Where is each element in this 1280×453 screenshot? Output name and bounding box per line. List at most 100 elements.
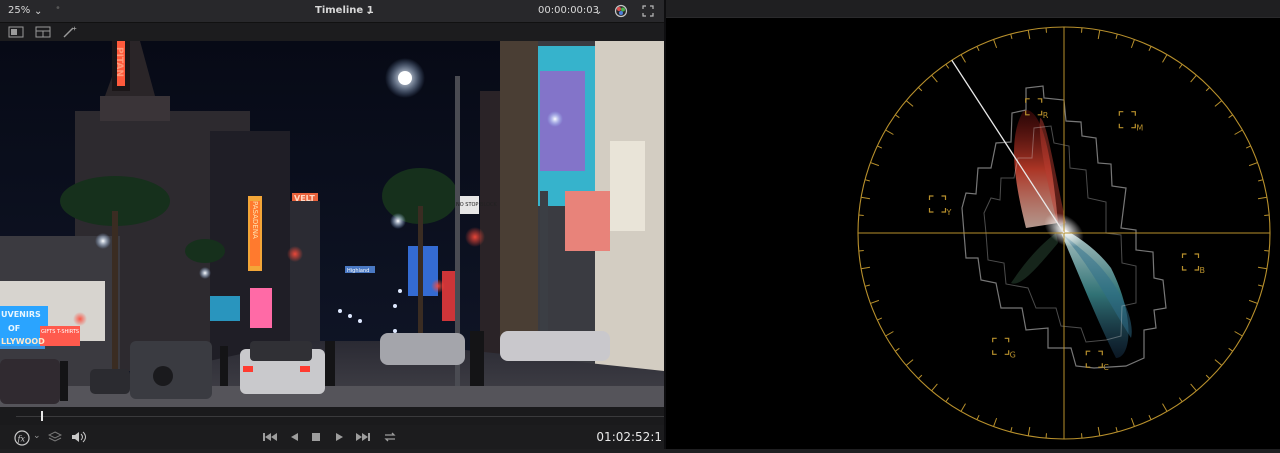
scope-tick xyxy=(1206,87,1210,91)
play-reverse-icon[interactable] xyxy=(288,430,304,444)
sign-pasadena-text: PASADENA xyxy=(251,201,259,239)
scope-tick xyxy=(918,375,922,379)
fx-dropdown-chevron-icon[interactable]: ⌄ xyxy=(33,431,41,441)
record-timecode[interactable]: 01:02:52:1 xyxy=(596,430,662,444)
scope-tick xyxy=(865,180,870,181)
scope-tick xyxy=(1229,115,1233,118)
scope-tick xyxy=(1206,375,1210,379)
scope-tick xyxy=(1131,418,1134,426)
scrubber-track[interactable] xyxy=(16,416,664,417)
target-m: M xyxy=(1119,112,1143,133)
scope-tick xyxy=(1235,130,1243,135)
scope-tick xyxy=(1191,384,1197,391)
scope-tick xyxy=(977,415,979,420)
scope-tick xyxy=(1028,30,1030,39)
target-label: B xyxy=(1200,266,1206,275)
scope-tick xyxy=(1116,34,1117,39)
sign-souvenirs-text: UVENIRS xyxy=(1,310,41,319)
scope-tick xyxy=(870,163,878,166)
target-label: R xyxy=(1043,111,1049,120)
scope-tick xyxy=(1011,427,1012,432)
scope-tick xyxy=(918,87,922,91)
split-screen-icon[interactable] xyxy=(35,26,51,38)
sign-no-stop-text: NO STOP BLOCK xyxy=(456,202,497,208)
fx-icon[interactable]: fx xyxy=(14,430,34,446)
scope-tick xyxy=(1179,64,1182,68)
scope-tick xyxy=(861,197,870,199)
scope-tick xyxy=(1258,267,1267,269)
svg-text:fx: fx xyxy=(17,435,26,444)
color-wheel-icon[interactable] xyxy=(614,4,628,18)
vectorscope-panel: R M Y B G C xyxy=(666,18,1280,449)
target-box xyxy=(1183,254,1199,270)
target-box xyxy=(993,338,1009,354)
playhead[interactable] xyxy=(41,411,43,421)
scope-tick xyxy=(1249,300,1257,303)
stop-icon[interactable] xyxy=(310,430,326,444)
sign-of-text: OF xyxy=(8,324,20,333)
scope-tick xyxy=(1246,318,1251,320)
target-b: B xyxy=(1183,254,1206,275)
scope-tick xyxy=(946,398,949,402)
scope-tick xyxy=(1258,197,1267,199)
scope-tick xyxy=(1116,427,1117,432)
target-label: G xyxy=(1010,350,1016,359)
scope-tick xyxy=(1235,332,1243,337)
zoom-dropdown-chevron-icon[interactable]: ⌄ xyxy=(34,6,42,17)
scope-tick xyxy=(1215,101,1222,107)
scope-tick xyxy=(1258,180,1263,181)
scope-tick xyxy=(932,75,938,82)
speaker-icon[interactable] xyxy=(71,431,87,443)
scope-tick xyxy=(1131,39,1134,47)
target-box xyxy=(1119,112,1135,128)
scope-tick xyxy=(1098,427,1100,436)
scope-tick xyxy=(1163,404,1168,412)
scope-tick xyxy=(886,332,894,337)
scope-tick xyxy=(906,360,913,366)
scope-tick xyxy=(861,267,870,269)
target-g: G xyxy=(993,338,1016,359)
source-timecode[interactable]: 00:00:00:03 xyxy=(538,5,599,16)
scope-tick xyxy=(1098,30,1100,39)
single-viewer-icon[interactable] xyxy=(8,26,24,38)
scope-header xyxy=(666,0,1280,18)
loop-icon[interactable] xyxy=(382,430,398,444)
layers-icon[interactable] xyxy=(48,431,62,443)
target-c: C xyxy=(1086,351,1109,372)
scope-tick xyxy=(961,404,966,412)
scope-tick xyxy=(877,318,882,320)
target-box xyxy=(1086,351,1102,367)
scope-tick xyxy=(895,348,899,351)
target-box xyxy=(929,196,945,212)
scope-tick xyxy=(932,384,938,391)
go-to-end-icon[interactable] xyxy=(355,430,371,444)
scope-tick xyxy=(895,115,899,118)
scope-tick xyxy=(1249,163,1257,166)
target-label: Y xyxy=(945,208,951,217)
viewer-header: 25% ⌄ • Timeline 1 ⌄ 00:00:00:03 ⌄ xyxy=(0,0,664,23)
scope-tick xyxy=(1246,146,1251,148)
scope-tick xyxy=(870,300,878,303)
timeline-dropdown-chevron-icon[interactable]: ⌄ xyxy=(365,6,373,17)
magic-wand-icon[interactable] xyxy=(62,26,78,38)
play-icon[interactable] xyxy=(333,430,349,444)
scope-tick xyxy=(1163,55,1168,63)
viewer-toolbar xyxy=(0,23,664,41)
go-to-start-icon[interactable] xyxy=(262,430,278,444)
scope-tick xyxy=(886,130,894,135)
video-frame[interactable]: PITAN PASADENA VELT NO STOP BLOCK Highla… xyxy=(0,41,664,407)
vectorscope-graph: R M Y B G C xyxy=(666,18,1280,449)
timecode-dropdown-chevron-icon[interactable]: ⌄ xyxy=(594,6,602,17)
scope-tick xyxy=(1191,75,1197,82)
scope-tick xyxy=(961,55,966,63)
scope-tick xyxy=(1179,398,1182,402)
zoom-level[interactable]: 25% xyxy=(8,5,30,16)
sign-gifts-text: GIFTS T-SHIRTS xyxy=(41,329,79,335)
transport-controls: fx ⌄ 01:02:52:1 xyxy=(0,425,664,449)
viewer-panel: 25% ⌄ • Timeline 1 ⌄ 00:00:00:03 ⌄ xyxy=(0,0,664,449)
separator-dot-icon: • xyxy=(55,3,61,14)
scrubber-bar[interactable] xyxy=(0,407,664,425)
scope-tick xyxy=(977,46,979,51)
fullscreen-icon[interactable] xyxy=(642,5,654,17)
scope-tick xyxy=(946,64,949,68)
